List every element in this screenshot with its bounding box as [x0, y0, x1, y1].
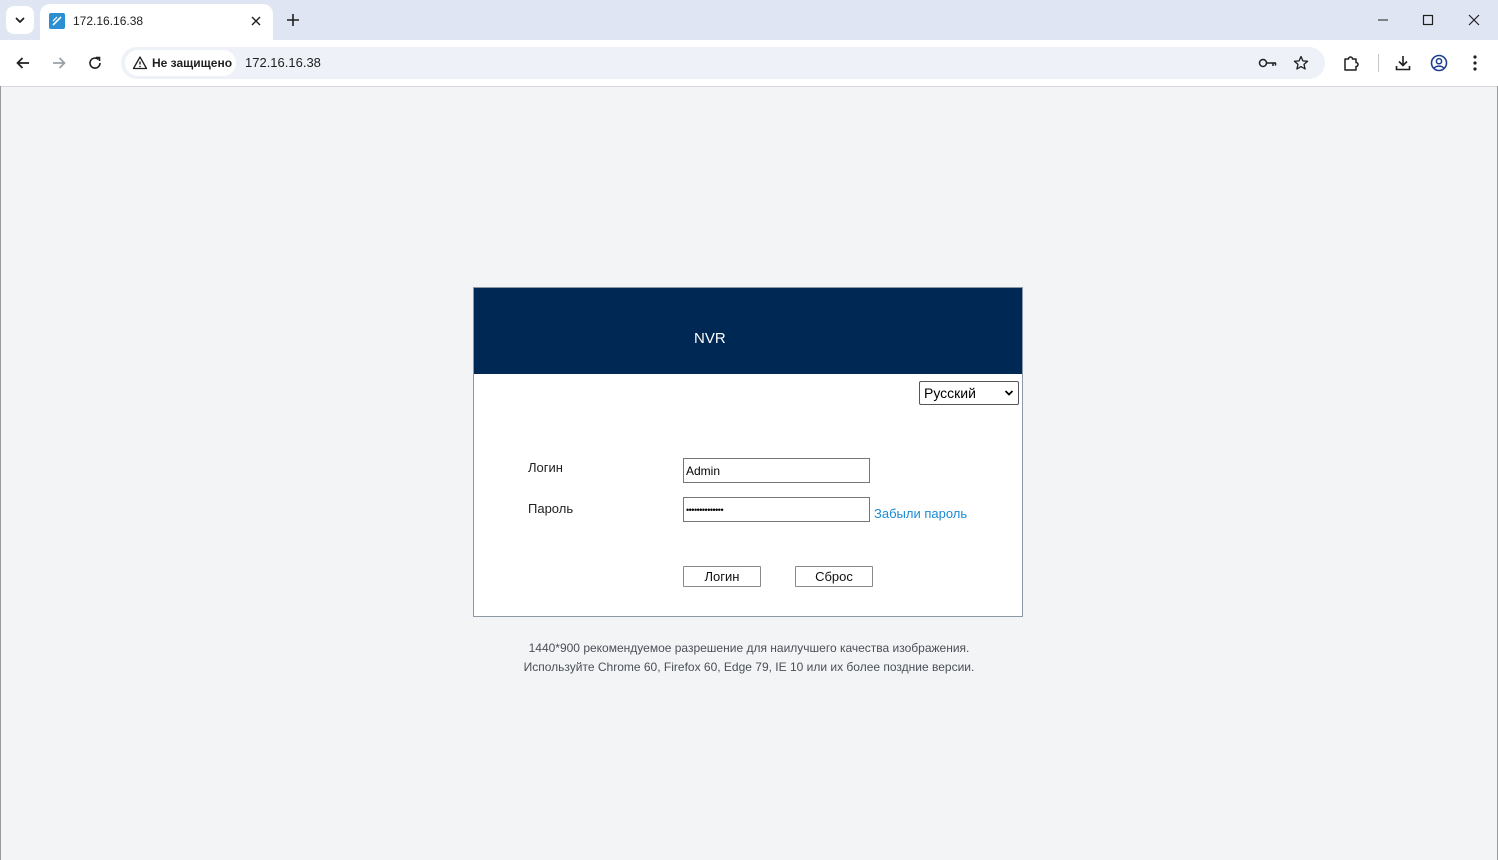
key-icon: [1258, 58, 1277, 68]
browser-tab[interactable]: 172.16.16.38: [40, 4, 273, 40]
password-manager-button[interactable]: [1258, 53, 1278, 73]
download-icon: [1395, 56, 1411, 71]
arrow-left-icon: [16, 57, 29, 69]
browser-tabstrip: 172.16.16.38: [0, 0, 1498, 40]
maximize-button[interactable]: [1405, 0, 1451, 40]
language-select[interactable]: Русский: [919, 381, 1019, 405]
plus-icon: [287, 14, 299, 26]
reload-icon: [89, 56, 101, 69]
maximize-icon: [1422, 14, 1434, 26]
arrow-right-icon: [53, 57, 66, 69]
login-panel: NVR Русский Логин Admin Пароль •••••••••…: [473, 287, 1023, 617]
kebab-menu-icon: [1473, 55, 1477, 71]
login-title: NVR: [694, 330, 726, 347]
security-label: Не защищено: [152, 56, 233, 70]
tab-search-button[interactable]: [6, 6, 34, 34]
warning-triangle-icon: [132, 56, 148, 70]
reload-button[interactable]: [81, 49, 109, 77]
minimize-button[interactable]: [1360, 0, 1406, 40]
minimize-icon: [1378, 19, 1388, 21]
browser-toolbar: Не защищено 172.16.16.38: [0, 40, 1498, 87]
close-window-button[interactable]: [1451, 0, 1497, 40]
toolbar-divider: [1378, 54, 1379, 72]
extensions-button[interactable]: [1339, 51, 1363, 75]
new-tab-button[interactable]: [280, 7, 306, 33]
tab-title: 172.16.16.38: [73, 14, 144, 28]
back-button[interactable]: [9, 49, 37, 77]
chevron-down-icon: [15, 17, 25, 23]
bookmark-button[interactable]: [1291, 53, 1311, 73]
username-input[interactable]: Admin: [683, 458, 870, 483]
browser-menu-button[interactable]: [1463, 51, 1487, 75]
chevron-down-icon: [1004, 390, 1014, 396]
address-bar[interactable]: Не защищено 172.16.16.38: [121, 47, 1325, 79]
resolution-note: 1440*900 рекомендуемое разрешение для на…: [528, 641, 970, 655]
star-icon: [1293, 55, 1309, 70]
browser-compat-note: Используйте Chrome 60, Firefox 60, Edge …: [523, 660, 975, 674]
window-edge-left: [0, 86, 1, 860]
profile-button[interactable]: [1427, 51, 1451, 75]
nvr-favicon-icon: [49, 13, 65, 29]
tab-close-button[interactable]: [247, 12, 265, 30]
password-input[interactable]: ••••••••••••••: [683, 497, 870, 522]
username-label: Логин: [528, 460, 563, 475]
login-button[interactable]: Логин: [683, 566, 761, 587]
close-icon: [251, 16, 261, 26]
reset-button[interactable]: Сброс: [795, 566, 873, 587]
url-text[interactable]: 172.16.16.38: [245, 55, 321, 70]
password-label: Пароль: [528, 501, 574, 516]
username-value: Admin: [686, 463, 721, 478]
forgot-password-link[interactable]: Забыли пароль: [874, 506, 967, 521]
forward-button[interactable]: [45, 49, 73, 77]
language-selected: Русский: [924, 385, 976, 401]
puzzle-icon: [1344, 56, 1359, 71]
downloads-button[interactable]: [1391, 51, 1415, 75]
password-value: ••••••••••••••: [686, 504, 724, 515]
profile-icon: [1430, 54, 1448, 72]
close-window-icon: [1468, 14, 1480, 26]
login-header: NVR: [474, 288, 1022, 374]
security-chip[interactable]: Не защищено: [125, 50, 236, 76]
